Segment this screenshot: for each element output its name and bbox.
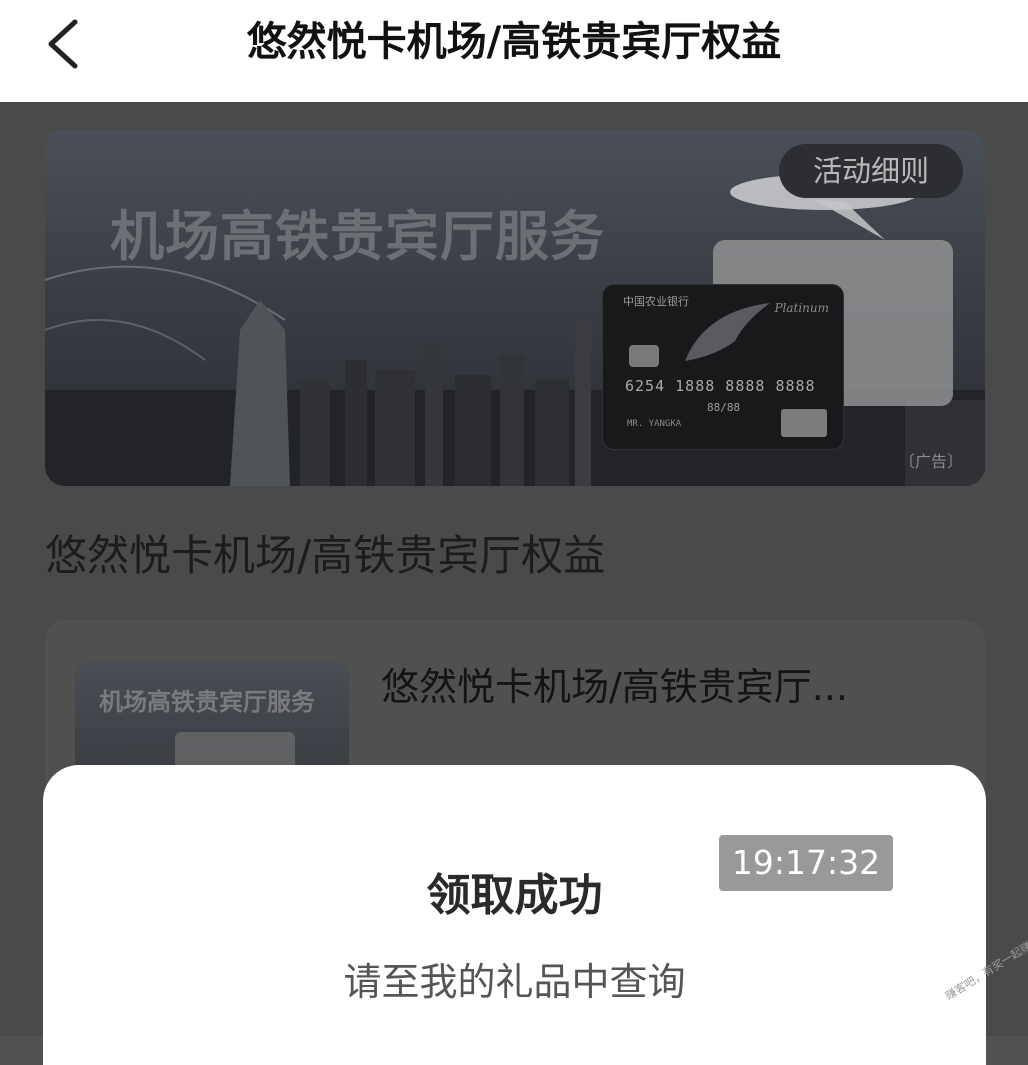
card-expiry: 88/88 (707, 401, 741, 414)
banner-heading: 机场高铁贵宾厅服务 (110, 204, 605, 268)
chevron-left-icon (48, 19, 78, 69)
card-holder: MR. YANGKA (627, 419, 682, 429)
activity-rules-button[interactable]: 活动细则 (779, 144, 963, 198)
wings-icon (685, 303, 770, 361)
page-title: 悠然悦卡机场/高铁贵宾厅权益 (246, 19, 782, 65)
credit-card-image: 中国农业银行 Platinum 6254 1888 8888 8888 88/8… (602, 284, 844, 450)
card-number: 6254 1888 8888 8888 (625, 377, 816, 395)
back-button[interactable] (28, 14, 98, 74)
product-name: 悠然悦卡机场/高铁贵宾厅... (381, 665, 849, 709)
success-title: 领取成功 (426, 870, 603, 921)
ad-label: 〔广告〕 (898, 452, 963, 471)
thumbnail-heading: 机场高铁贵宾厅服务 (99, 687, 315, 716)
section-title: 悠然悦卡机场/高铁贵宾厅权益 (45, 531, 606, 580)
card-tier: Platinum (774, 301, 829, 315)
promo-banner[interactable]: 机场高铁贵宾厅服务 活动细则 中国农业银行 Platinum 6254 1888… (45, 130, 985, 486)
success-bottom-sheet: 19:17:32 领取成功 请至我的礼品中查询 (43, 765, 986, 1065)
top-nav-bar: 悠然悦卡机场/高铁贵宾厅权益 (0, 0, 1028, 102)
success-subtitle: 请至我的礼品中查询 (343, 960, 686, 1004)
card-chip-icon (629, 345, 659, 367)
unionpay-logo-icon (781, 409, 827, 437)
